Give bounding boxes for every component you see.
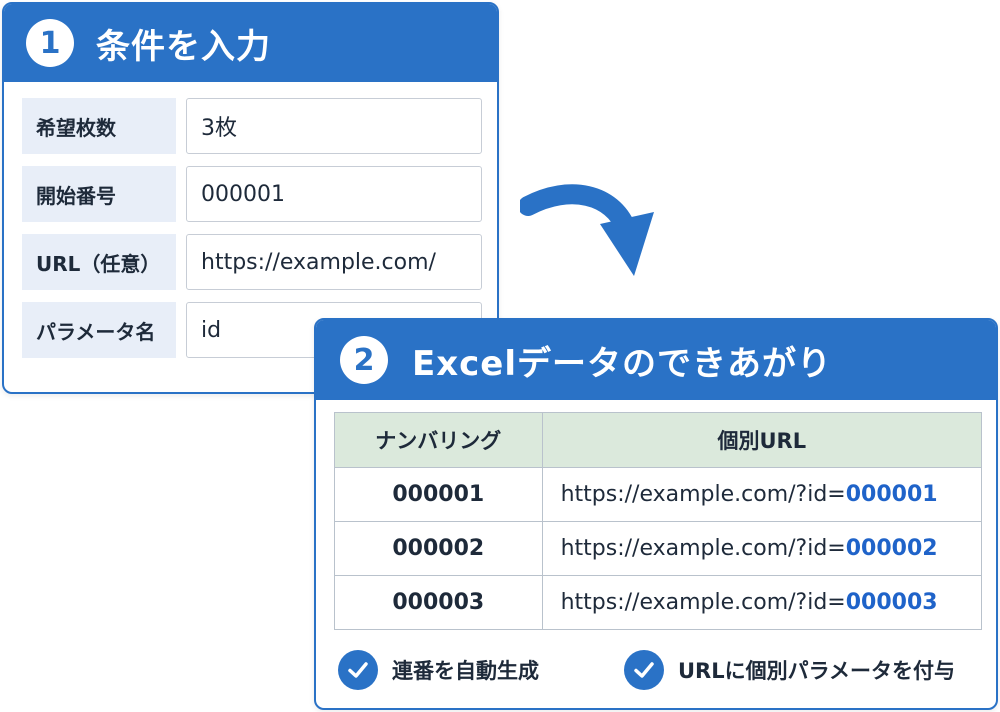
feature-url-parameter: URLに個別パラメータを付与 (624, 650, 955, 690)
check-icon (338, 650, 378, 690)
url-id: 000003 (845, 590, 938, 615)
feature-auto-numbering: 連番を自動生成 (338, 650, 539, 690)
row-number: 000001 (334, 467, 543, 522)
row-number: 000002 (334, 521, 543, 576)
feature-label: 連番を自動生成 (392, 659, 539, 683)
check-icon (624, 650, 664, 690)
row-number: 000003 (334, 575, 543, 630)
form-row-start-number: 開始番号 000001 (22, 166, 484, 222)
start-number-field[interactable]: 000001 (186, 166, 482, 222)
row-url: https://example.com/?id=000002 (541, 521, 983, 576)
column-header-numbering: ナンバリング (334, 412, 543, 468)
url-label: URL（任意） (22, 234, 176, 290)
table-row: 000002 https://example.com/?id=000002 (334, 521, 983, 576)
feature-label: URLに個別パラメータを付与 (678, 659, 955, 683)
step2-number-badge: 2 (340, 336, 388, 384)
step2-title: Excelデータのできあがり (412, 343, 833, 384)
parameter-name-label: パラメータ名 (22, 302, 176, 358)
url-base: https://example.com/?id= (560, 482, 846, 507)
url-id: 000002 (845, 536, 938, 561)
table-row: 000001 https://example.com/?id=000001 (334, 467, 983, 522)
url-field[interactable]: https://example.com/ (186, 234, 482, 290)
url-base: https://example.com/?id= (560, 590, 846, 615)
form-row-quantity: 希望枚数 3枚 (22, 98, 484, 154)
column-header-url: 個別URL (541, 412, 983, 468)
result-table: ナンバリング 個別URL 000001 https://example.com/… (334, 412, 983, 630)
step2-header: 2 Excelデータのできあがり (316, 320, 996, 400)
quantity-label: 希望枚数 (22, 98, 176, 154)
row-url: https://example.com/?id=000001 (541, 467, 983, 522)
form-row-url: URL（任意） https://example.com/ (22, 234, 484, 290)
step1-number-badge: 1 (26, 19, 74, 67)
step2-panel: 2 Excelデータのできあがり ナンバリング 個別URL 000001 htt… (314, 318, 998, 710)
table-header-row: ナンバリング 個別URL (334, 412, 983, 468)
quantity-field[interactable]: 3枚 (186, 98, 482, 154)
start-number-label: 開始番号 (22, 166, 176, 222)
step1-header: 1 条件を入力 (4, 4, 497, 82)
step1-title: 条件を入力 (96, 26, 271, 67)
curved-arrow-icon (518, 176, 660, 290)
table-row: 000003 https://example.com/?id=000003 (334, 575, 983, 630)
url-base: https://example.com/?id= (560, 536, 846, 561)
url-id: 000001 (845, 482, 938, 507)
row-url: https://example.com/?id=000003 (541, 575, 983, 630)
